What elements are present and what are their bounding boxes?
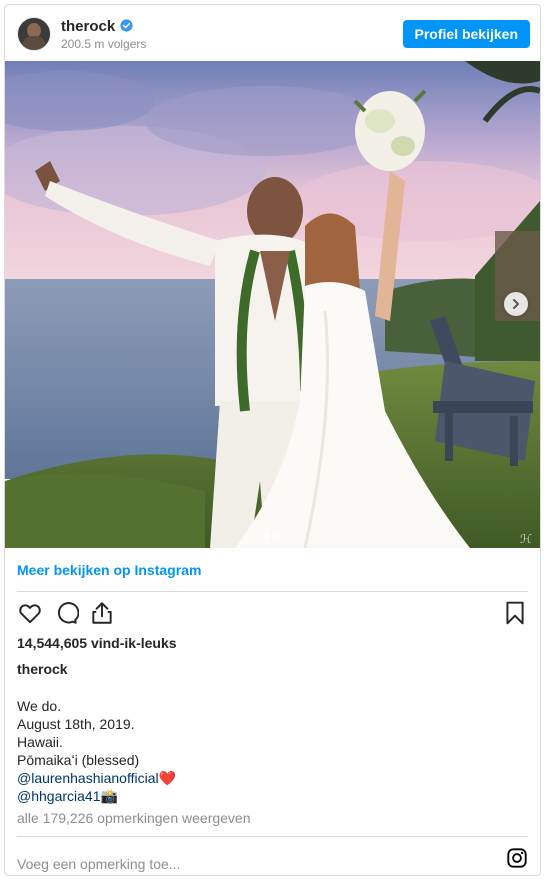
like-count[interactable]: 14,544,605 vind-ik-leuks — [17, 635, 177, 651]
action-bar — [17, 600, 528, 628]
post-photo[interactable]: ℋ — [5, 61, 540, 548]
mention-link[interactable]: @laurenhashianofficial — [17, 770, 159, 786]
divider — [17, 836, 528, 837]
view-all-comments-link[interactable]: alle 179,226 opmerkingen weergeven — [17, 810, 251, 826]
carousel-dot — [274, 533, 280, 539]
follower-count: 200.5 m volgers — [61, 37, 147, 51]
heart-icon[interactable] — [17, 600, 43, 626]
caption-username[interactable]: therock — [17, 661, 68, 677]
caption-mention-line: @laurenhashianofficial❤️ — [17, 769, 176, 787]
instagram-icon[interactable] — [506, 847, 528, 869]
username-text[interactable]: therock — [61, 18, 115, 35]
view-more-on-instagram-link[interactable]: Meer bekijken op Instagram — [17, 562, 201, 578]
share-icon[interactable] — [89, 600, 115, 626]
carousel-indicator — [264, 533, 280, 539]
heart-emoji: ❤️ — [158, 770, 177, 786]
verified-badge-icon — [120, 19, 133, 32]
caption-line: Pōmaikaʻi (blessed) — [17, 752, 140, 768]
chevron-right-icon — [513, 299, 519, 309]
add-comment-field[interactable]: Voeg een opmerking toe... — [17, 856, 180, 872]
wedding-photo: ℋ — [5, 61, 540, 548]
next-slide-button[interactable] — [504, 292, 528, 316]
camera-emoji: 📸 — [100, 788, 118, 804]
username[interactable]: therock — [61, 18, 133, 35]
post-caption: We do. August 18th, 2019. Hawaii. Pōmaik… — [17, 697, 176, 805]
caption-line: Hawaii. — [17, 734, 63, 750]
caption-mention-line: @hhgarcia41📸 — [17, 787, 176, 805]
caption-line: August 18th, 2019. — [17, 716, 135, 732]
avatar[interactable] — [17, 17, 51, 51]
caption-line: We do. — [17, 698, 62, 714]
mention-link[interactable]: @hhgarcia41 — [17, 788, 101, 804]
view-profile-button[interactable]: Profiel bekijken — [402, 20, 530, 48]
post-header: therock 200.5 m volgers Profiel bekijken — [5, 5, 540, 61]
bookmark-icon[interactable] — [502, 600, 528, 626]
comment-icon[interactable] — [53, 600, 79, 626]
instagram-embed-card: therock 200.5 m volgers Profiel bekijken — [4, 4, 541, 876]
divider — [17, 591, 528, 592]
svg-text:ℋ: ℋ — [520, 532, 532, 546]
carousel-dot-active — [264, 533, 270, 539]
